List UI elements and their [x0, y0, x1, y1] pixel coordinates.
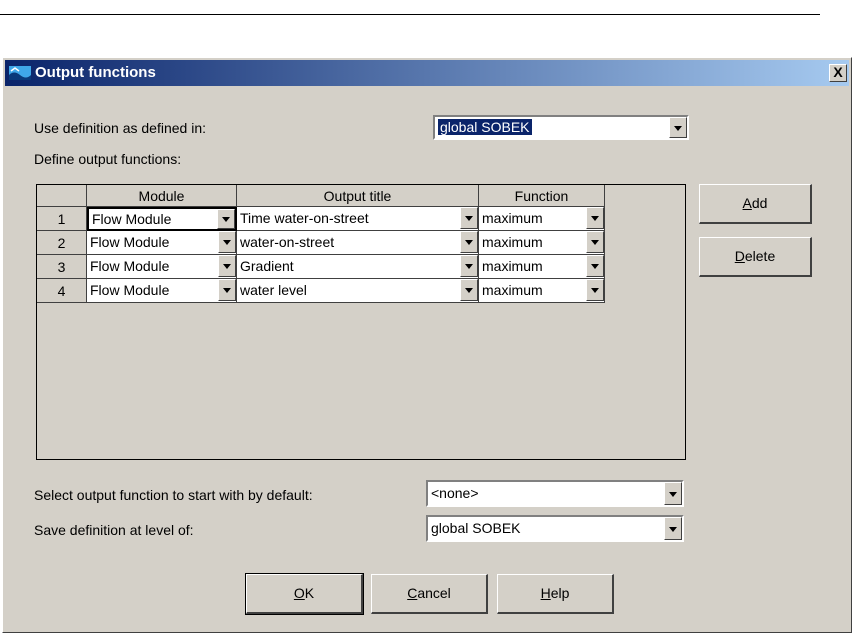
output-title-cell[interactable]: water level: [237, 279, 479, 303]
default-function-select[interactable]: <none>: [426, 480, 684, 507]
grid-header-output-title[interactable]: Output title: [237, 185, 479, 207]
page-top-rule: [0, 14, 820, 15]
chevron-down-icon[interactable]: [586, 231, 604, 253]
module-value: Flow Module: [90, 258, 170, 274]
chevron-down-icon[interactable]: [669, 117, 687, 138]
output-title-value: Gradient: [240, 258, 294, 274]
title-bar[interactable]: Output functions X: [5, 60, 849, 86]
chevron-down-icon[interactable]: [586, 255, 604, 277]
module-cell[interactable]: Flow Module: [87, 255, 237, 279]
help-label-post: elp: [550, 585, 570, 601]
save-level-label: Save definition at level of:: [34, 522, 194, 538]
output-title-cell[interactable]: Time water-on-street: [237, 207, 479, 231]
chevron-down-icon[interactable]: [217, 209, 235, 229]
function-cell[interactable]: maximum: [479, 279, 605, 303]
ok-label-post: K: [304, 585, 315, 601]
default-function-label: Select output function to start with by …: [34, 487, 313, 503]
chevron-down-icon[interactable]: [218, 255, 236, 277]
cancel-label-key: C: [407, 585, 418, 601]
window-title: Output functions: [35, 64, 156, 81]
function-value: maximum: [482, 282, 543, 298]
chevron-down-icon[interactable]: [218, 231, 236, 253]
output-functions-dialog: Output functions X Use definition as def…: [2, 57, 852, 633]
default-function-value: <none>: [431, 485, 479, 501]
module-cell[interactable]: Flow Module: [87, 279, 237, 303]
chevron-down-icon[interactable]: [460, 279, 478, 301]
output-title-cell[interactable]: water-on-street: [237, 231, 479, 255]
function-cell[interactable]: maximum: [479, 231, 605, 255]
use-definition-label: Use definition as defined in:: [34, 120, 206, 136]
chevron-down-icon[interactable]: [460, 207, 478, 229]
help-button[interactable]: Help: [497, 574, 614, 614]
module-value: Flow Module: [92, 211, 172, 227]
ok-label-key: O: [293, 585, 305, 601]
output-title-cell[interactable]: Gradient: [237, 255, 479, 279]
row-number[interactable]: 4: [37, 279, 87, 303]
chevron-down-icon[interactable]: [460, 255, 478, 277]
output-title-value: water-on-street: [240, 234, 335, 250]
use-definition-value: global SOBEK: [437, 118, 533, 136]
cancel-label-post: ancel: [417, 585, 451, 601]
define-output-label: Define output functions:: [34, 151, 182, 167]
chevron-down-icon[interactable]: [586, 207, 604, 229]
chevron-down-icon[interactable]: [664, 482, 682, 505]
close-icon[interactable]: X: [829, 64, 847, 82]
chevron-down-icon[interactable]: [218, 279, 236, 301]
save-level-select[interactable]: global SOBEK: [426, 515, 684, 542]
grid-corner-header: [37, 185, 87, 207]
help-label-key: H: [540, 585, 551, 601]
chevron-down-icon[interactable]: [664, 517, 682, 540]
delete-label-key: D: [734, 248, 745, 264]
sobek-app-icon: [9, 66, 31, 80]
function-value: maximum: [482, 210, 543, 226]
add-label-key: A: [742, 195, 752, 211]
output-functions-grid: Module Output title Function 1 Flow Modu…: [36, 184, 686, 460]
row-number[interactable]: 1: [37, 207, 87, 231]
add-button[interactable]: Add: [699, 184, 812, 224]
output-title-value: water level: [240, 282, 307, 298]
function-value: maximum: [482, 234, 543, 250]
module-cell[interactable]: Flow Module: [87, 207, 237, 231]
module-cell[interactable]: Flow Module: [87, 231, 237, 255]
module-value: Flow Module: [90, 282, 170, 298]
chevron-down-icon[interactable]: [460, 231, 478, 253]
save-level-value: global SOBEK: [431, 520, 521, 536]
chevron-down-icon[interactable]: [586, 279, 604, 301]
function-cell[interactable]: maximum: [479, 207, 605, 231]
grid-header-function[interactable]: Function: [479, 185, 605, 207]
module-value: Flow Module: [90, 234, 170, 250]
output-title-value: Time water-on-street: [240, 210, 369, 226]
use-definition-select[interactable]: global SOBEK: [433, 115, 689, 140]
delete-label-post: elete: [744, 248, 776, 264]
grid-header-module[interactable]: Module: [87, 185, 237, 207]
ok-button[interactable]: OK: [245, 573, 364, 615]
cancel-button[interactable]: Cancel: [371, 574, 488, 614]
function-value: maximum: [482, 258, 543, 274]
row-number[interactable]: 3: [37, 255, 87, 279]
row-number[interactable]: 2: [37, 231, 87, 255]
add-label-post: dd: [751, 195, 768, 211]
delete-button[interactable]: Delete: [699, 237, 812, 277]
function-cell[interactable]: maximum: [479, 255, 605, 279]
